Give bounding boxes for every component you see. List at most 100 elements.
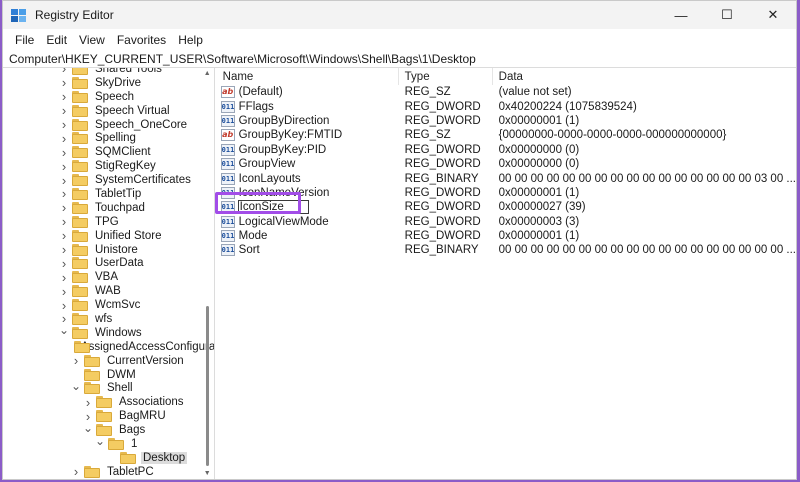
- value-row[interactable]: 011 FFlags REG_DWORD 0x40200224 (1075839524…: [215, 99, 796, 113]
- tree-item[interactable]: › Spelling: [3, 131, 200, 146]
- tree-item[interactable]: › StigRegKey: [3, 159, 200, 174]
- tree-item[interactable]: › Unistore: [3, 242, 200, 257]
- address-bar[interactable]: Computer\HKEY_CURRENT_USER\Software\Micr…: [3, 51, 796, 68]
- value-name: GroupByKey:FMTID: [238, 129, 343, 142]
- value-name: (Default): [238, 86, 283, 99]
- chevron-right-icon[interactable]: ›: [59, 270, 69, 285]
- chevron-right-icon[interactable]: ›: [59, 68, 69, 76]
- close-button[interactable]: ✕: [750, 1, 796, 29]
- chevron-right-icon[interactable]: ›: [59, 186, 69, 201]
- menu-file[interactable]: File: [9, 33, 40, 47]
- tree-item[interactable]: Desktop: [3, 451, 200, 465]
- chevron-down-icon[interactable]: ⌄: [59, 323, 69, 337]
- tree-item[interactable]: ⌄ Shell: [3, 379, 200, 395]
- menu-edit[interactable]: Edit: [40, 33, 73, 47]
- tree-item[interactable]: › WAB: [3, 284, 200, 299]
- scroll-down-icon[interactable]: ▼: [204, 470, 211, 477]
- chevron-right-icon[interactable]: ›: [83, 395, 93, 410]
- value-row[interactable]: 011 IconNameVersion REG_DWORD 0x00000001 (1…: [215, 186, 796, 200]
- menu-favorites[interactable]: Favorites: [111, 33, 172, 47]
- tree-item[interactable]: › Speech: [3, 89, 200, 104]
- tree-item-label: CurrentVersion: [107, 354, 184, 367]
- tree-item[interactable]: › Shared Tools: [3, 68, 200, 76]
- value-row[interactable]: 011 Mode REG_DWORD 0x00000001 (1): [215, 229, 796, 243]
- tree-item[interactable]: › Speech Virtual: [3, 103, 200, 118]
- column-header-name[interactable]: Name: [215, 68, 399, 85]
- value-row[interactable]: 011 IconLayouts REG_BINARY 00 00 00 00 00 0…: [215, 171, 796, 185]
- chevron-right-icon[interactable]: ›: [59, 117, 69, 132]
- tree-scrollbar[interactable]: ▲ ▼: [203, 68, 211, 479]
- minimize-icon: —: [674, 7, 688, 23]
- chevron-down-icon[interactable]: ⌄: [95, 434, 105, 448]
- chevron-right-icon[interactable]: ›: [59, 103, 69, 118]
- minimize-button[interactable]: —: [658, 1, 704, 29]
- tree-item-label: Shell: [107, 382, 133, 395]
- tree-item[interactable]: › TabletPC: [3, 464, 200, 479]
- column-header-type[interactable]: Type: [399, 68, 493, 85]
- value-row[interactable]: 011 GroupByKey:PID REG_DWORD 0x00000000 (0): [215, 143, 796, 157]
- tree-item-label: Shared Tools: [95, 68, 162, 75]
- string-value-icon: ab: [220, 129, 235, 142]
- chevron-right-icon[interactable]: ›: [71, 353, 81, 368]
- folder-icon: [72, 312, 88, 325]
- scrollbar-thumb[interactable]: [205, 306, 209, 466]
- maximize-button[interactable]: ☐: [704, 1, 750, 29]
- value-row[interactable]: 011 LogicalViewMode REG_DWORD 0x00000003 (3…: [215, 215, 796, 229]
- chevron-right-icon[interactable]: ›: [59, 256, 69, 271]
- tree-item[interactable]: › wfs: [3, 311, 200, 326]
- chevron-right-icon[interactable]: ›: [59, 298, 69, 313]
- tree-item[interactable]: › UserData: [3, 256, 200, 271]
- address-path: Computer\HKEY_CURRENT_USER\Software\Micr…: [9, 52, 476, 66]
- tree-item[interactable]: › CurrentVersion: [3, 353, 200, 368]
- chevron-right-icon[interactable]: ›: [59, 75, 69, 90]
- tree-item[interactable]: › Unified Store: [3, 228, 200, 243]
- folder-icon: [72, 132, 88, 145]
- folder-icon: [72, 160, 88, 173]
- tree-item[interactable]: › VBA: [3, 270, 200, 285]
- chevron-right-icon[interactable]: ›: [59, 131, 69, 146]
- value-row[interactable]: 011 GroupByDirection REG_DWORD 0x00000001 (…: [215, 114, 796, 128]
- tree-item[interactable]: › Touchpad: [3, 200, 200, 215]
- tree-item[interactable]: AssignedAccessConfiguration: [3, 340, 214, 354]
- value-row[interactable]: ab GroupByKey:FMTID REG_SZ {00000000-0000-0…: [215, 128, 796, 142]
- chevron-right-icon[interactable]: ›: [59, 159, 69, 174]
- chevron-right-icon[interactable]: ›: [71, 464, 81, 479]
- value-name: IconLayouts: [238, 172, 301, 185]
- tree-item[interactable]: ⌄ Windows: [3, 323, 200, 340]
- chevron-down-icon[interactable]: ⌄: [71, 379, 81, 393]
- tree-item[interactable]: › Associations: [3, 395, 200, 410]
- tree-item[interactable]: › TPG: [3, 214, 200, 229]
- value-row[interactable]: 011 GroupView REG_DWORD 0x00000000 (0): [215, 157, 796, 171]
- chevron-right-icon[interactable]: ›: [59, 89, 69, 104]
- chevron-right-icon[interactable]: ›: [59, 228, 69, 243]
- tree-item[interactable]: › SystemCertificates: [3, 173, 200, 188]
- tree-item-label: wfs: [95, 312, 113, 325]
- tree-item-label: SkyDrive: [95, 76, 142, 89]
- tree-item[interactable]: › WcmSvc: [3, 298, 200, 313]
- tree-item[interactable]: › TabletTip: [3, 186, 200, 201]
- chevron-right-icon[interactable]: ›: [59, 145, 69, 160]
- value-type: REG_DWORD: [404, 230, 481, 243]
- menu-help[interactable]: Help: [172, 33, 209, 47]
- tree-item-label: SystemCertificates: [95, 174, 191, 187]
- tree-item[interactable]: › SkyDrive: [3, 75, 200, 90]
- chevron-down-icon[interactable]: ⌄: [83, 421, 93, 435]
- chevron-right-icon[interactable]: ›: [59, 284, 69, 299]
- menu-view[interactable]: View: [73, 33, 111, 47]
- scroll-up-icon[interactable]: ▲: [204, 70, 211, 77]
- chevron-right-icon[interactable]: ›: [59, 200, 69, 215]
- tree-item[interactable]: › SQMClient: [3, 145, 200, 160]
- chevron-right-icon[interactable]: ›: [59, 242, 69, 257]
- column-header-data[interactable]: Data: [493, 68, 796, 85]
- tree-item[interactable]: › BagMRU: [3, 409, 200, 424]
- chevron-right-icon[interactable]: ›: [59, 173, 69, 188]
- value-row[interactable]: 011 Sort REG_BINARY 00 00 00 00 00 00 00 00…: [215, 243, 796, 257]
- value-row[interactable]: ab (Default) REG_SZ (value not set): [215, 85, 796, 99]
- tree-item[interactable]: ⌄ 1: [3, 434, 200, 451]
- binary-value-icon: 011: [220, 215, 235, 228]
- tree-item[interactable]: DWM: [3, 368, 200, 382]
- tree-item[interactable]: › Speech_OneCore: [3, 117, 200, 132]
- value-row[interactable]: 011 IconSize REG_DWORD 0x00000027 (39): [215, 200, 796, 215]
- binary-value-icon: 011: [220, 143, 235, 156]
- chevron-right-icon[interactable]: ›: [59, 214, 69, 229]
